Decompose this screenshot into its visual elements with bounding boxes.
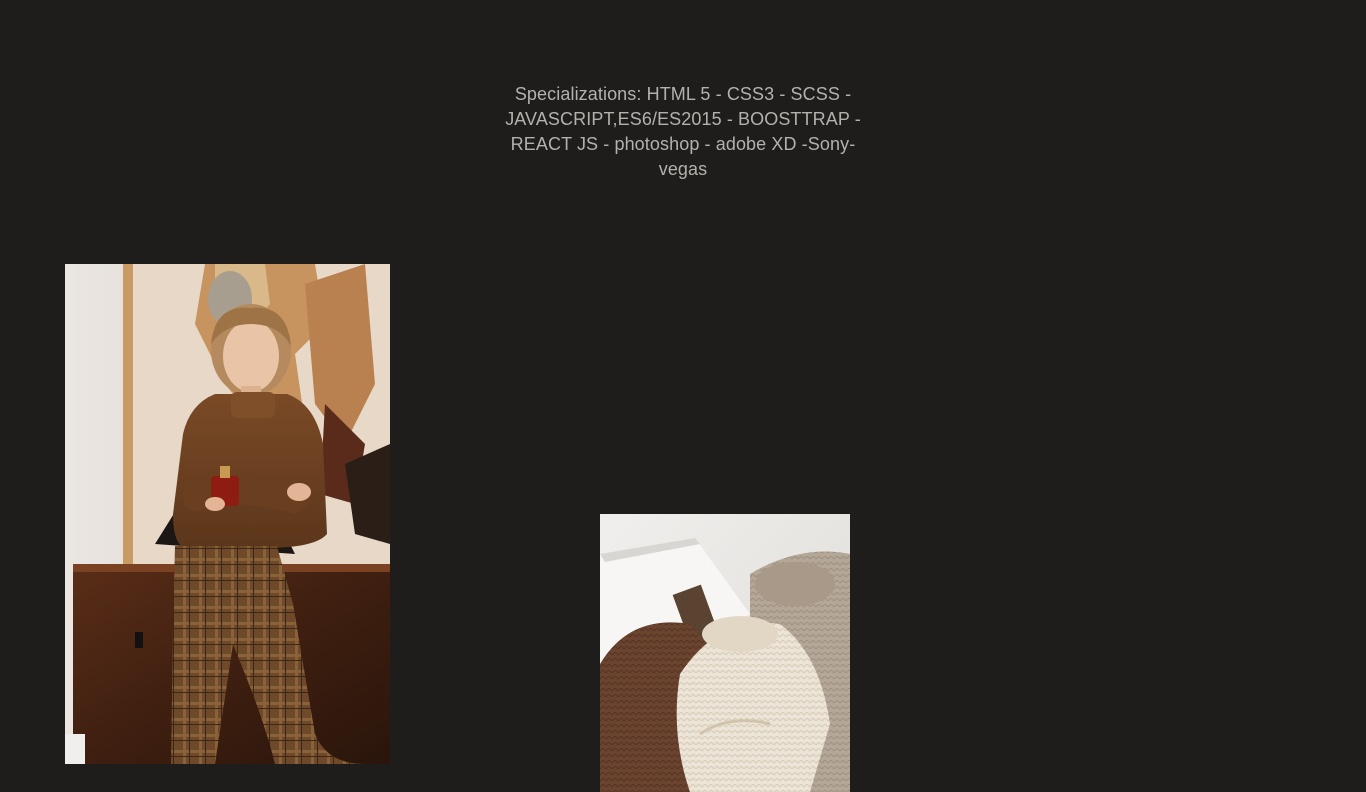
model-in-brown-sweater-photo: [65, 264, 390, 764]
knit-sweaters-photo: [600, 514, 850, 792]
specializations-text: Specializations: HTML 5 - CSS3 - SCSS - …: [505, 84, 861, 179]
